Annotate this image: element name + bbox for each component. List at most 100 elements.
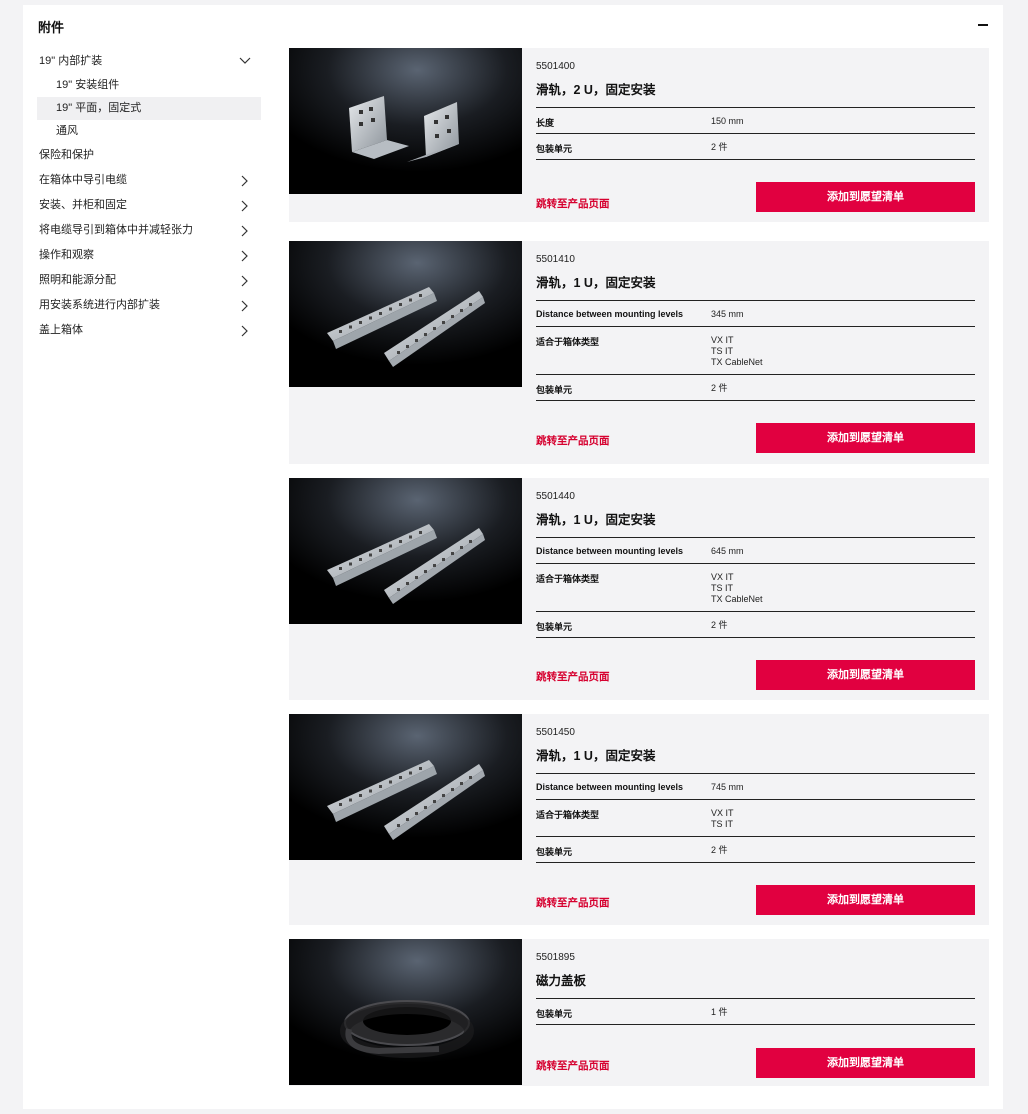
accessories-panel: 附件 19" 内部扩装 19" 安装组件 19" 平面，固定式 通风保险和保护在箱体中…	[23, 5, 1003, 1109]
spec-key: 适合于箱体类型	[536, 810, 600, 820]
spec-key: 适合于箱体类型	[536, 574, 600, 584]
product-card: 5501440 滑轨，1 U，固定安装 Distance between mount…	[289, 478, 989, 700]
collapse-icon[interactable]	[977, 18, 989, 30]
chevron-right-icon[interactable]	[239, 318, 251, 343]
spec-value: 150 mm	[711, 116, 744, 126]
product-name: 滑轨，2 U，固定安装	[536, 83, 656, 97]
spec-row: 适合于箱体类型 VX IT TS IT TX CableNet	[536, 327, 975, 375]
spec-table: Distance between mounting levels 745 mm 适合…	[536, 773, 975, 863]
product-number: 5501440	[536, 491, 575, 502]
sidebar-item[interactable]: 照明和能源分配	[37, 268, 261, 293]
product-name: 磁力盖板	[536, 974, 587, 988]
spec-value: VX IT TS IT TX CableNet	[711, 572, 763, 604]
product-name: 滑轨，1 U，固定安装	[536, 276, 656, 290]
product-number: 5501450	[536, 727, 575, 738]
spec-table: Distance between mounting levels 645 mm 适合…	[536, 537, 975, 638]
spec-key: Distance between mounting levels	[536, 309, 684, 319]
spec-row: Distance between mounting levels 645 mm	[536, 538, 975, 564]
sidebar-item-label: 19" 平面，固定式	[56, 102, 142, 114]
product-page-link[interactable]: 跳转至产品页面	[536, 669, 610, 684]
chevron-right-icon[interactable]	[239, 193, 251, 218]
spec-key: 包装单元	[536, 385, 573, 395]
product-card: 5501410 滑轨，1 U，固定安装 Distance between mount…	[289, 241, 989, 464]
spec-row: 适合于箱体类型 VX IT TS IT	[536, 800, 975, 837]
product-image[interactable]	[289, 241, 522, 387]
sidebar-item-label: 19" 内部扩装	[39, 55, 103, 67]
spec-row: 包装单元 2 件	[536, 134, 975, 160]
spec-value: 1 件	[711, 1007, 728, 1017]
chevron-right-icon[interactable]	[239, 168, 251, 193]
product-number: 5501400	[536, 61, 575, 72]
product-page-link[interactable]: 跳转至产品页面	[536, 196, 610, 211]
product-name: 滑轨，1 U，固定安装	[536, 749, 656, 763]
product-number: 5501410	[536, 254, 575, 265]
chevron-down-icon[interactable]	[239, 49, 251, 74]
chevron-right-icon[interactable]	[239, 293, 251, 318]
spec-value: 2 件	[711, 383, 728, 393]
sidebar-item-label: 安装、并柜和固定	[39, 199, 127, 211]
product-page-link[interactable]: 跳转至产品页面	[536, 1058, 610, 1073]
sidebar-item[interactable]: 将电缆导引到箱体中并减轻张力	[37, 218, 261, 243]
spec-row: 包装单元 2 件	[536, 612, 975, 638]
spec-row: Distance between mounting levels 745 mm	[536, 774, 975, 800]
sidebar-item-label: 盖上箱体	[39, 324, 83, 336]
sidebar-item[interactable]: 盖上箱体	[37, 318, 261, 343]
spec-key: 适合于箱体类型	[536, 337, 600, 347]
chevron-right-icon[interactable]	[239, 268, 251, 293]
spec-key: 包装单元	[536, 847, 573, 857]
add-to-wishlist-button[interactable]: 添加到愿望清单	[756, 182, 975, 212]
spec-key: Distance between mounting levels	[536, 782, 684, 792]
spec-value: 2 件	[711, 620, 728, 630]
spec-row: 包装单元 2 件	[536, 837, 975, 863]
spec-key: 包装单元	[536, 1009, 573, 1019]
spec-key: Distance between mounting levels	[536, 546, 684, 556]
chevron-right-icon[interactable]	[239, 243, 251, 268]
spec-value: VX IT TS IT	[711, 808, 734, 829]
product-card: 5501400 滑轨，2 U，固定安装长度 150 mm 包装单元 2 件跳转至产品页面…	[289, 48, 989, 222]
product-image[interactable]	[289, 939, 522, 1085]
sidebar-item-label: 保险和保护	[39, 149, 94, 161]
product-image[interactable]	[289, 48, 522, 194]
sidebar-item-label: 用安装系统进行内部扩装	[39, 299, 160, 311]
sidebar-item[interactable]: 保险和保护	[37, 143, 261, 168]
product-page-link[interactable]: 跳转至产品页面	[536, 895, 610, 910]
sidebar-item[interactable]: 安装、并柜和固定	[37, 193, 261, 218]
spec-row: 包装单元 2 件	[536, 375, 975, 401]
sidebar-item-label: 照明和能源分配	[39, 274, 116, 286]
product-card: 5501895 磁力盖板包装单元 1 件跳转至产品页面 添加到愿望清单	[289, 939, 989, 1086]
sidebar-item[interactable]: 19" 安装组件	[37, 74, 261, 97]
spec-key: 包装单元	[536, 144, 573, 154]
spec-value: 745 mm	[711, 782, 744, 792]
spec-row: 适合于箱体类型 VX IT TS IT TX CableNet	[536, 564, 975, 612]
spec-value: 2 件	[711, 845, 728, 855]
add-to-wishlist-button[interactable]: 添加到愿望清单	[756, 423, 975, 453]
product-image[interactable]	[289, 478, 522, 624]
product-card: 5501450 滑轨，1 U，固定安装 Distance between mount…	[289, 714, 989, 925]
spec-row: 长度 150 mm	[536, 108, 975, 134]
sidebar-item-label: 通风	[56, 125, 78, 137]
add-to-wishlist-button[interactable]: 添加到愿望清单	[756, 1048, 975, 1078]
spec-row: 包装单元 1 件	[536, 999, 975, 1025]
product-page-link[interactable]: 跳转至产品页面	[536, 433, 610, 448]
spec-row: Distance between mounting levels 345 mm	[536, 301, 975, 327]
spec-key: 包装单元	[536, 622, 573, 632]
add-to-wishlist-button[interactable]: 添加到愿望清单	[756, 660, 975, 690]
spec-value: VX IT TS IT TX CableNet	[711, 335, 763, 367]
sidebar-item[interactable]: 19" 平面，固定式	[37, 97, 261, 120]
spec-table: 包装单元 1 件	[536, 998, 975, 1025]
sidebar-item[interactable]: 用安装系统进行内部扩装	[37, 293, 261, 318]
product-number: 5501895	[536, 952, 575, 963]
sidebar-item-label: 将电缆导引到箱体中并减轻张力	[39, 224, 193, 236]
spec-table: 长度 150 mm 包装单元 2 件	[536, 107, 975, 160]
sidebar-item[interactable]: 通风	[37, 120, 261, 143]
panel-title: 附件	[38, 20, 65, 35]
spec-value: 2 件	[711, 142, 728, 152]
chevron-right-icon[interactable]	[239, 218, 251, 243]
add-to-wishlist-button[interactable]: 添加到愿望清单	[756, 885, 975, 915]
sidebar-item-label: 在箱体中导引电缆	[39, 174, 127, 186]
sidebar-item[interactable]: 操作和观察	[37, 243, 261, 268]
spec-key: 长度	[536, 118, 555, 128]
sidebar-item[interactable]: 19" 内部扩装	[37, 49, 261, 74]
product-image[interactable]	[289, 714, 522, 860]
sidebar-item[interactable]: 在箱体中导引电缆	[37, 168, 261, 193]
